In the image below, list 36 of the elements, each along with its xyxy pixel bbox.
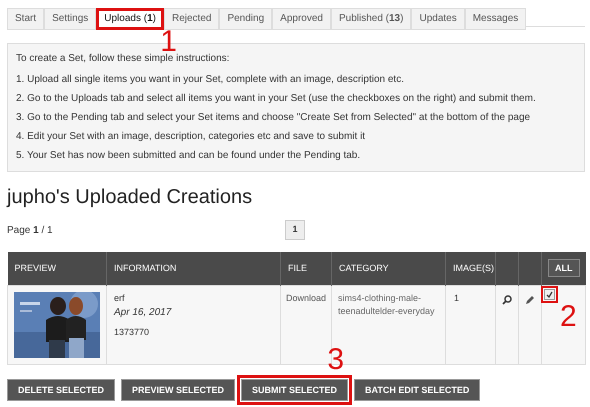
tab[interactable]: Published (13) xyxy=(330,8,412,30)
column-header: FILE xyxy=(288,262,308,272)
select-all-button[interactable]: ALL xyxy=(548,259,580,278)
action-button[interactable]: BATCH EDIT SELECTED xyxy=(354,379,480,402)
tab[interactable]: Pending xyxy=(219,8,272,30)
callout-number: 2 xyxy=(560,302,577,332)
download-link[interactable]: Download xyxy=(286,292,326,302)
column-header: CATEGORY xyxy=(339,262,389,272)
pencil-icon[interactable] xyxy=(525,295,535,306)
column-header: IMAGE(S) xyxy=(453,262,494,272)
tab[interactable]: Uploads (1) xyxy=(96,8,164,30)
tab[interactable]: Settings xyxy=(44,8,96,30)
page-indicator: Page 1 / 1 xyxy=(7,224,54,238)
instruction-step: 4. Edit your Set with an image, description, categories etc and save to submit it xyxy=(16,129,576,144)
item-id: 1373770 xyxy=(114,326,150,339)
page-button[interactable]: 1 xyxy=(285,220,305,240)
upload-date: Apr 16, 2017 xyxy=(114,306,172,320)
callout-number: 3 xyxy=(327,344,344,374)
action-button[interactable]: DELETE SELECTED xyxy=(7,379,116,402)
tab[interactable]: Rejected xyxy=(164,8,220,30)
tab[interactable]: Updates xyxy=(411,8,465,30)
instruction-step: 2. Go to the Uploads tab and select all items you want in your Set (use the checkboxes on the right) and submit them. xyxy=(16,91,576,106)
page-heading: jupho's Uploaded Creations xyxy=(7,185,254,210)
instruction-step: 3. Go to the Pending tab and select your Set items and choose "Create Set from Selected" at the bottom of the page xyxy=(16,110,576,125)
image-count: 1 xyxy=(454,292,460,302)
tab[interactable]: Start xyxy=(7,8,44,30)
search-icon[interactable] xyxy=(502,295,512,306)
tab[interactable]: Approved xyxy=(272,8,331,30)
category-text: sims4-clothing-male-teenadultelder-everyday xyxy=(338,292,435,316)
instruction-step: 1. Upload all single items you want in your Set, complete with an image, description etc. xyxy=(16,72,576,87)
tab[interactable]: Messages xyxy=(464,8,526,30)
item-title: erf xyxy=(114,292,126,304)
column-header: PREVIEW xyxy=(14,262,56,272)
action-button[interactable]: PREVIEW SELECTED xyxy=(121,379,236,402)
instruction-step: 5. Your Set has now been submitted and can be found under the Pending tab. xyxy=(16,148,576,163)
column-header: INFORMATION xyxy=(114,262,176,272)
